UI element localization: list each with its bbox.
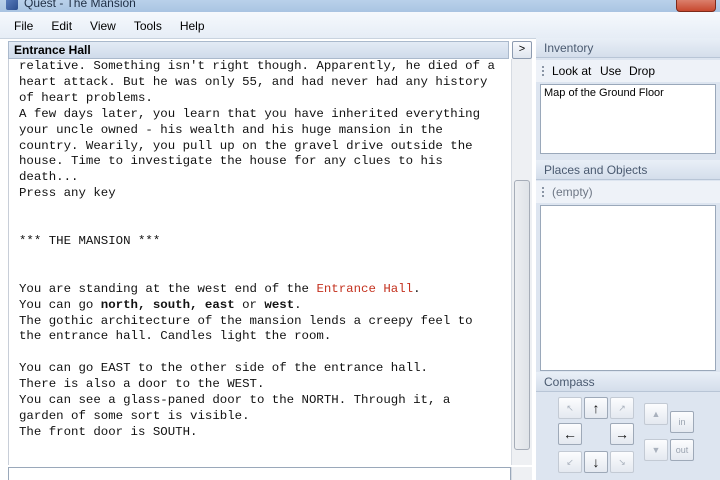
game-output: relative. Something isn't right though. … <box>8 59 511 465</box>
down-button[interactable]: ▼ <box>644 439 668 461</box>
inventory-header: Inventory <box>536 38 720 58</box>
output-line: You are standing at the west end of the <box>19 281 317 296</box>
places-header: Places and Objects <box>536 160 720 180</box>
output-line: You can go <box>19 297 101 312</box>
output-line: house. Time to investigate the house for… <box>19 154 443 169</box>
look-at-button[interactable]: Look at <box>552 63 591 79</box>
output-line: relative. Something isn't right though. … <box>19 59 495 73</box>
inventory-list[interactable]: Map of the Ground Floor <box>540 84 716 154</box>
output-line: *** THE MANSION *** <box>19 233 161 248</box>
exit-north[interactable]: north, <box>101 298 146 312</box>
output-text: relative. Something isn't right though. … <box>19 59 499 441</box>
output-line: A few days later, you learn that you hav… <box>19 106 481 121</box>
app-icon <box>6 0 18 10</box>
close-button[interactable] <box>676 0 716 12</box>
southwest-button[interactable]: ↙ <box>558 451 582 473</box>
output-line: You can go EAST to the other side of the… <box>19 361 428 376</box>
output-line: the entrance hall. Candles light the roo… <box>19 329 332 344</box>
scroll-thumb[interactable] <box>514 180 530 450</box>
title-bar: Quest - The Mansion <box>0 0 720 12</box>
west-button[interactable]: ← <box>558 423 582 445</box>
output-line: garden of some sort is visible. <box>19 408 250 423</box>
exit-end: . <box>294 297 302 312</box>
places-toolbar: (empty) <box>536 181 720 203</box>
in-button[interactable]: in <box>670 411 694 433</box>
output-line: The front door is SOUTH. <box>19 424 198 439</box>
window-title: Quest - The Mansion <box>24 0 136 10</box>
output-line: The gothic architecture of the mansion l… <box>19 313 473 328</box>
southeast-button[interactable]: ↘ <box>610 451 634 473</box>
northeast-button[interactable]: ↗ <box>610 397 634 419</box>
output-line: There is also a door to the WEST. <box>19 377 265 392</box>
drop-button[interactable]: Drop <box>629 63 655 79</box>
up-button[interactable]: ▲ <box>644 403 668 425</box>
output-scrollbar[interactable] <box>511 59 532 465</box>
use-button[interactable]: Use <box>600 63 621 79</box>
output-line: your uncle owned - his wealth and his hu… <box>19 122 443 137</box>
room-link[interactable]: Entrance Hall <box>316 282 413 296</box>
northwest-button[interactable]: ↖ <box>558 397 582 419</box>
east-button[interactable]: → <box>610 423 634 445</box>
toolbar-grip-icon <box>542 66 544 76</box>
exit-west[interactable]: west <box>264 298 294 312</box>
compass-header: Compass <box>536 372 720 392</box>
exit-or: or <box>234 297 265 312</box>
command-input[interactable] <box>8 467 511 480</box>
list-item[interactable]: Map of the Ground Floor <box>541 85 715 101</box>
out-button[interactable]: out <box>670 439 694 461</box>
menu-bar: File Edit View Tools Help <box>0 12 720 39</box>
places-empty-label: (empty) <box>552 185 593 199</box>
output-line: heart attack. But he was only 55, and ha… <box>19 74 488 89</box>
menu-tools[interactable]: Tools <box>125 12 171 40</box>
output-line: death... <box>19 170 79 185</box>
output-line: Press any key <box>19 186 116 201</box>
menu-file[interactable]: File <box>0 12 42 40</box>
compass: ↖ ↑ ↗ ▲ in ← → ▼ out ↙ ↓ ↘ <box>536 393 720 480</box>
menu-view[interactable]: View <box>81 12 125 40</box>
menu-edit[interactable]: Edit <box>42 12 81 40</box>
exit-south[interactable]: south, <box>153 298 198 312</box>
menu-help[interactable]: Help <box>171 12 214 40</box>
south-button[interactable]: ↓ <box>584 451 608 473</box>
places-list[interactable] <box>540 205 716 371</box>
north-button[interactable]: ↑ <box>584 397 608 419</box>
output-line: You can see a glass-paned door to the NO… <box>19 393 451 408</box>
output-line: of heart problems. <box>19 90 153 105</box>
input-scrollbar[interactable] <box>511 467 532 480</box>
room-suffix: . <box>413 281 421 296</box>
toggle-pane-button[interactable]: > <box>512 41 532 59</box>
location-header: Entrance Hall <box>8 41 509 59</box>
exit-east[interactable]: east <box>205 298 235 312</box>
toolbar-grip-icon <box>542 187 544 197</box>
inventory-toolbar: Look at Use Drop <box>536 60 720 82</box>
side-panel: Inventory Look at Use Drop Map of the Gr… <box>536 38 720 480</box>
output-line: country. Wearily, you pull up on the gra… <box>19 138 473 153</box>
